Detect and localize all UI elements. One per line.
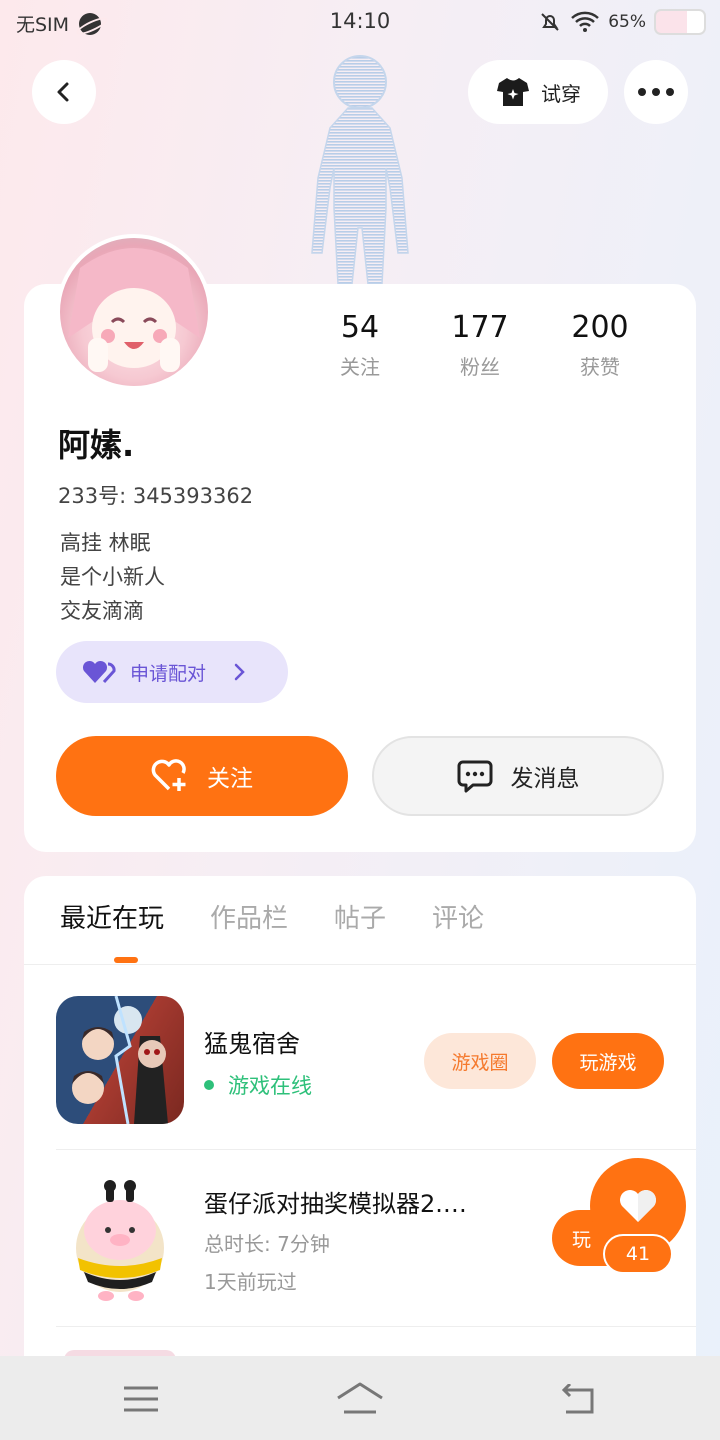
chevron-left-icon: [57, 82, 69, 102]
tab-bar: 最近在玩 作品栏 帖子 评论: [60, 898, 484, 935]
heart-plus-icon: [151, 759, 186, 791]
status-bar: 无SIM 14:10 65%: [0, 0, 720, 46]
more-dots-icon: [638, 88, 674, 96]
username: 阿嫊.: [58, 426, 135, 464]
battery-icon: [654, 9, 706, 35]
tab-recently-played[interactable]: 最近在玩: [60, 898, 164, 935]
game-name[interactable]: 蛋仔派对抽奖模拟器2.…: [204, 1184, 467, 1219]
play-duration: 总时长: 7分钟: [204, 1232, 330, 1256]
online-label: 游戏在线: [228, 1074, 312, 1098]
tab-divider: [24, 964, 696, 965]
game-icon[interactable]: [56, 1174, 184, 1302]
row-divider: [56, 1149, 696, 1150]
stat-following[interactable]: 54 关注: [300, 310, 420, 380]
last-played: 1天前玩过: [204, 1270, 297, 1294]
stat-label: 获赞: [580, 355, 620, 379]
stats-row: 54 关注 177 粉丝 200 获赞: [300, 310, 660, 380]
tab-works[interactable]: 作品栏: [210, 898, 288, 935]
bio: 高挂 林眠 是个小新人 交友滴滴: [60, 526, 165, 628]
online-status: 游戏在线: [204, 1070, 312, 1100]
tryon-button[interactable]: 试穿: [468, 60, 608, 124]
row-divider: [56, 1326, 696, 1327]
pair-request-button[interactable]: 申请配对: [56, 641, 288, 703]
follow-button[interactable]: 关注: [56, 736, 348, 816]
stat-label: 粉丝: [460, 355, 500, 379]
heart-icon: [620, 1190, 656, 1222]
tab-comments[interactable]: 评论: [432, 898, 484, 935]
message-button[interactable]: 发消息: [372, 736, 664, 816]
stat-likes[interactable]: 200 获赞: [540, 310, 660, 380]
game-icon[interactable]: [56, 996, 184, 1124]
game-circle-button[interactable]: 游戏圈: [424, 1033, 536, 1089]
stat-value: 177: [451, 310, 509, 345]
avatar[interactable]: [56, 234, 212, 390]
bio-line: 高挂 林眠: [60, 531, 151, 555]
more-button[interactable]: [624, 60, 688, 124]
double-heart-icon: [82, 660, 116, 684]
stat-followers[interactable]: 177 粉丝: [420, 310, 540, 380]
tab-indicator: [114, 957, 138, 963]
like-count: 41: [603, 1234, 673, 1274]
stat-value: 200: [571, 310, 629, 345]
system-nav-bar: [0, 1356, 720, 1440]
stat-label: 关注: [340, 355, 380, 379]
follow-label: 关注: [207, 766, 253, 792]
pair-label: 申请配对: [130, 662, 207, 685]
mute-bell-icon: [541, 13, 559, 31]
avatar-3d-figure: [290, 48, 430, 288]
stat-value: 54: [340, 310, 380, 345]
home-icon[interactable]: [336, 1382, 384, 1414]
game-name[interactable]: 猛鬼宿舍: [204, 1024, 300, 1059]
back-nav-icon[interactable]: [562, 1384, 598, 1414]
online-dot-icon: [204, 1080, 214, 1090]
status-right: 65%: [538, 9, 706, 35]
play-game-button[interactable]: 玩游戏: [552, 1033, 664, 1089]
tryon-label: 试穿: [541, 81, 581, 106]
menu-icon[interactable]: [124, 1386, 158, 1412]
bio-line: 交友滴滴: [60, 599, 144, 623]
chat-bubble-icon: [457, 760, 492, 793]
bio-line: 是个小新人: [60, 565, 165, 589]
battery-text: 65%: [608, 12, 646, 32]
chevron-right-icon: [234, 663, 245, 681]
content-card: [24, 876, 696, 1396]
user-id[interactable]: 233号: 345393362: [58, 480, 253, 510]
wifi-icon: [571, 11, 600, 32]
message-label: 发消息: [510, 766, 580, 792]
tab-posts[interactable]: 帖子: [334, 898, 386, 935]
tshirt-icon: [497, 78, 529, 106]
back-button[interactable]: [32, 60, 96, 124]
